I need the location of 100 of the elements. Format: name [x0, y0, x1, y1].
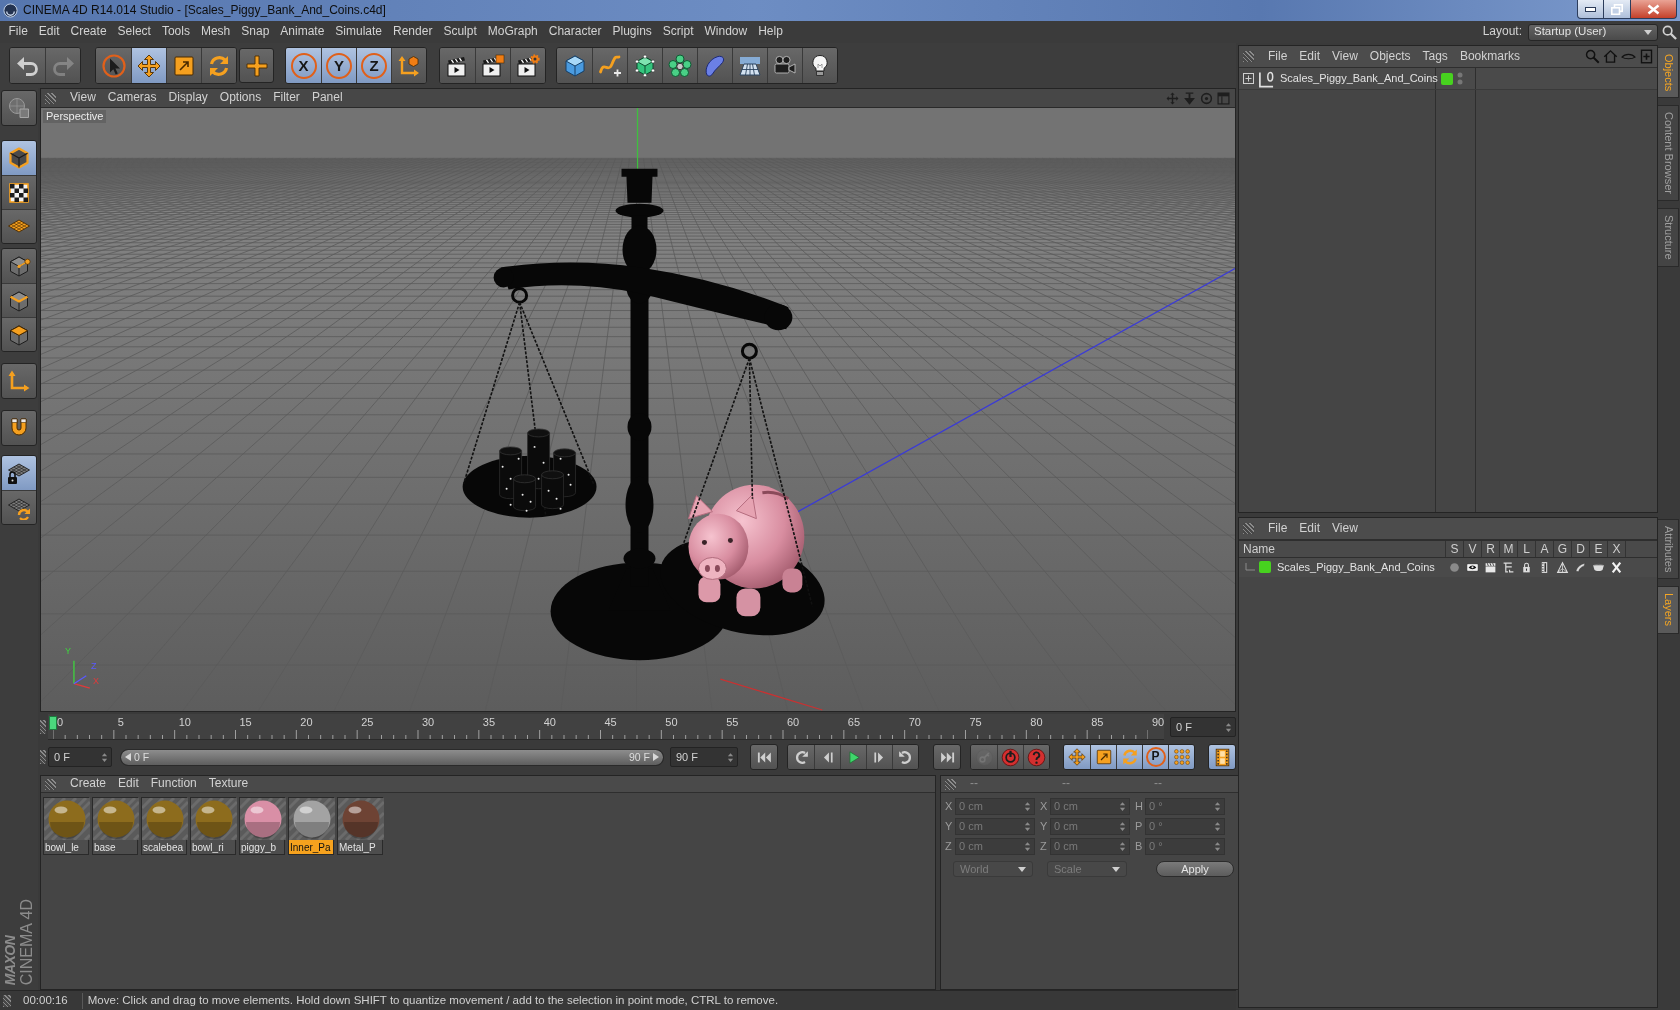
clapperboard-icon[interactable]	[1483, 561, 1497, 574]
side-tab[interactable]: Content Browser	[1658, 105, 1679, 202]
menu-item[interactable]: Panel	[305, 91, 349, 105]
menu-item[interactable]: Display	[162, 91, 214, 105]
grip-icon[interactable]	[40, 750, 46, 764]
menu-item[interactable]: Function	[144, 777, 203, 791]
previous-key-button[interactable]	[788, 745, 814, 769]
menu-item[interactable]: Edit	[1293, 49, 1327, 64]
search-button[interactable]	[1662, 24, 1677, 40]
axis-lock-button[interactable]: Z	[356, 48, 391, 83]
grip-icon[interactable]	[45, 92, 56, 104]
menu-item[interactable]: Window	[699, 24, 753, 40]
column-header[interactable]: D	[1571, 541, 1589, 557]
hierarchy-icon[interactable]	[1501, 561, 1515, 574]
workplane-mode-button[interactable]	[2, 209, 36, 243]
render-settings-button[interactable]	[510, 48, 545, 83]
scale-key-button[interactable]	[1090, 745, 1116, 769]
column-header[interactable]: M	[1499, 541, 1517, 557]
menu-item[interactable]: Animate	[274, 24, 330, 40]
column-header[interactable]: S	[1445, 541, 1463, 557]
point-level-button[interactable]	[1168, 745, 1194, 769]
planar-workplane-button[interactable]	[2, 490, 36, 524]
frame-range-slider[interactable]: 0 F 90 F	[120, 748, 664, 766]
menu-item[interactable]: Snap	[235, 24, 275, 40]
menu-item[interactable]: Filter	[267, 91, 306, 105]
eye-icon[interactable]	[1465, 561, 1479, 574]
end-frame-field[interactable]: 90 F	[670, 747, 738, 767]
material-swatch[interactable]: bowl_ri	[190, 797, 236, 855]
grip-icon[interactable]	[945, 778, 956, 790]
menu-item[interactable]: File	[3, 24, 34, 40]
menu-item[interactable]: Create	[64, 777, 113, 791]
pyramid-icon[interactable]	[1555, 561, 1569, 574]
material-swatch[interactable]: Inner_Pa	[288, 797, 334, 855]
column-header[interactable]: X	[1607, 541, 1625, 557]
render-picture-button[interactable]	[475, 48, 510, 83]
side-tab[interactable]: Structure	[1658, 208, 1679, 267]
position-key-button[interactable]	[1064, 745, 1090, 769]
axis-lock-button[interactable]: X	[286, 48, 321, 83]
side-tab[interactable]: Objects	[1658, 47, 1679, 99]
move-button[interactable]	[131, 48, 166, 83]
axis-lock-button[interactable]: Y	[321, 48, 356, 83]
object-row[interactable]: Scales_Piggy_Bank_And_Coins	[1239, 68, 1657, 90]
timeline-ruler[interactable]: 0 5 10 15 20 25 30 35 40 45 50 55 60 65 70 75 80 85 90	[48, 714, 1164, 740]
menu-item[interactable]: Help	[752, 24, 789, 40]
scale-button[interactable]	[166, 48, 201, 83]
locked-workplane-button[interactable]	[2, 456, 36, 490]
undo-button[interactable]	[10, 48, 45, 83]
apply-button[interactable]: Apply	[1156, 861, 1234, 877]
menu-item[interactable]: File	[1262, 521, 1294, 536]
axis-mode-button[interactable]	[1, 363, 37, 399]
autokey-button[interactable]	[997, 745, 1023, 769]
grip-icon[interactable]	[3, 994, 11, 1007]
menu-item[interactable]: Plugins	[606, 24, 658, 40]
column-header[interactable]: E	[1589, 541, 1607, 557]
menu-item[interactable]: Edit	[1293, 521, 1327, 536]
render-view-button[interactable]	[440, 48, 475, 83]
layout-dropdown[interactable]: Startup (User)	[1528, 23, 1658, 41]
menu-item[interactable]: View	[1326, 521, 1364, 536]
menu-item[interactable]: Select	[112, 24, 157, 40]
column-header[interactable]: Name	[1239, 541, 1445, 557]
menu-item[interactable]: Options	[213, 91, 268, 105]
grip-icon[interactable]	[1243, 51, 1254, 62]
menu-item[interactable]: Tools	[156, 24, 196, 40]
menu-item[interactable]: View	[1326, 49, 1364, 64]
column-header[interactable]: V	[1463, 541, 1481, 557]
playhead[interactable]	[49, 716, 57, 730]
grip-icon[interactable]	[1243, 523, 1254, 534]
make-editable-button[interactable]	[1, 90, 37, 126]
bent-shape-icon[interactable]	[1573, 561, 1587, 574]
rotation-key-button[interactable]	[1116, 745, 1142, 769]
column-header[interactable]: G	[1553, 541, 1571, 557]
go-to-start-button[interactable]	[750, 744, 778, 770]
restore-button[interactable]	[1604, 0, 1631, 19]
material-swatch[interactable]: scalebea	[141, 797, 187, 855]
cloner-button[interactable]	[662, 48, 697, 83]
menu-item[interactable]: Edit	[33, 24, 66, 40]
camera-button[interactable]	[767, 48, 802, 83]
grip-icon[interactable]	[45, 778, 56, 790]
minimize-button[interactable]	[1577, 0, 1604, 19]
next-frame-button[interactable]	[866, 745, 892, 769]
menu-item[interactable]: Simulate	[329, 24, 388, 40]
polygons-mode-button[interactable]	[2, 317, 36, 351]
subdivision-button[interactable]	[627, 48, 662, 83]
edges-mode-button[interactable]	[2, 283, 36, 317]
texture-mode-button[interactable]	[2, 175, 36, 209]
menu-item[interactable]: Create	[65, 24, 113, 40]
points-mode-button[interactable]	[2, 249, 36, 283]
menu-item[interactable]: Render	[387, 24, 438, 40]
menu-item[interactable]: Bookmarks	[1453, 49, 1526, 64]
menu-item[interactable]: File	[1262, 49, 1294, 64]
cube-button[interactable]	[557, 48, 592, 83]
column-header[interactable]: R	[1481, 541, 1499, 557]
menu-item[interactable]: Cameras	[101, 91, 163, 105]
menu-item[interactable]: Sculpt	[437, 24, 483, 40]
select-button[interactable]	[96, 48, 131, 83]
material-swatch[interactable]: piggy_b	[239, 797, 285, 855]
side-tab[interactable]: Attributes	[1658, 519, 1679, 580]
parameter-key-button[interactable]: P	[1142, 745, 1168, 769]
material-swatch[interactable]: Metal_P	[337, 797, 383, 855]
close-button[interactable]	[1631, 0, 1677, 19]
